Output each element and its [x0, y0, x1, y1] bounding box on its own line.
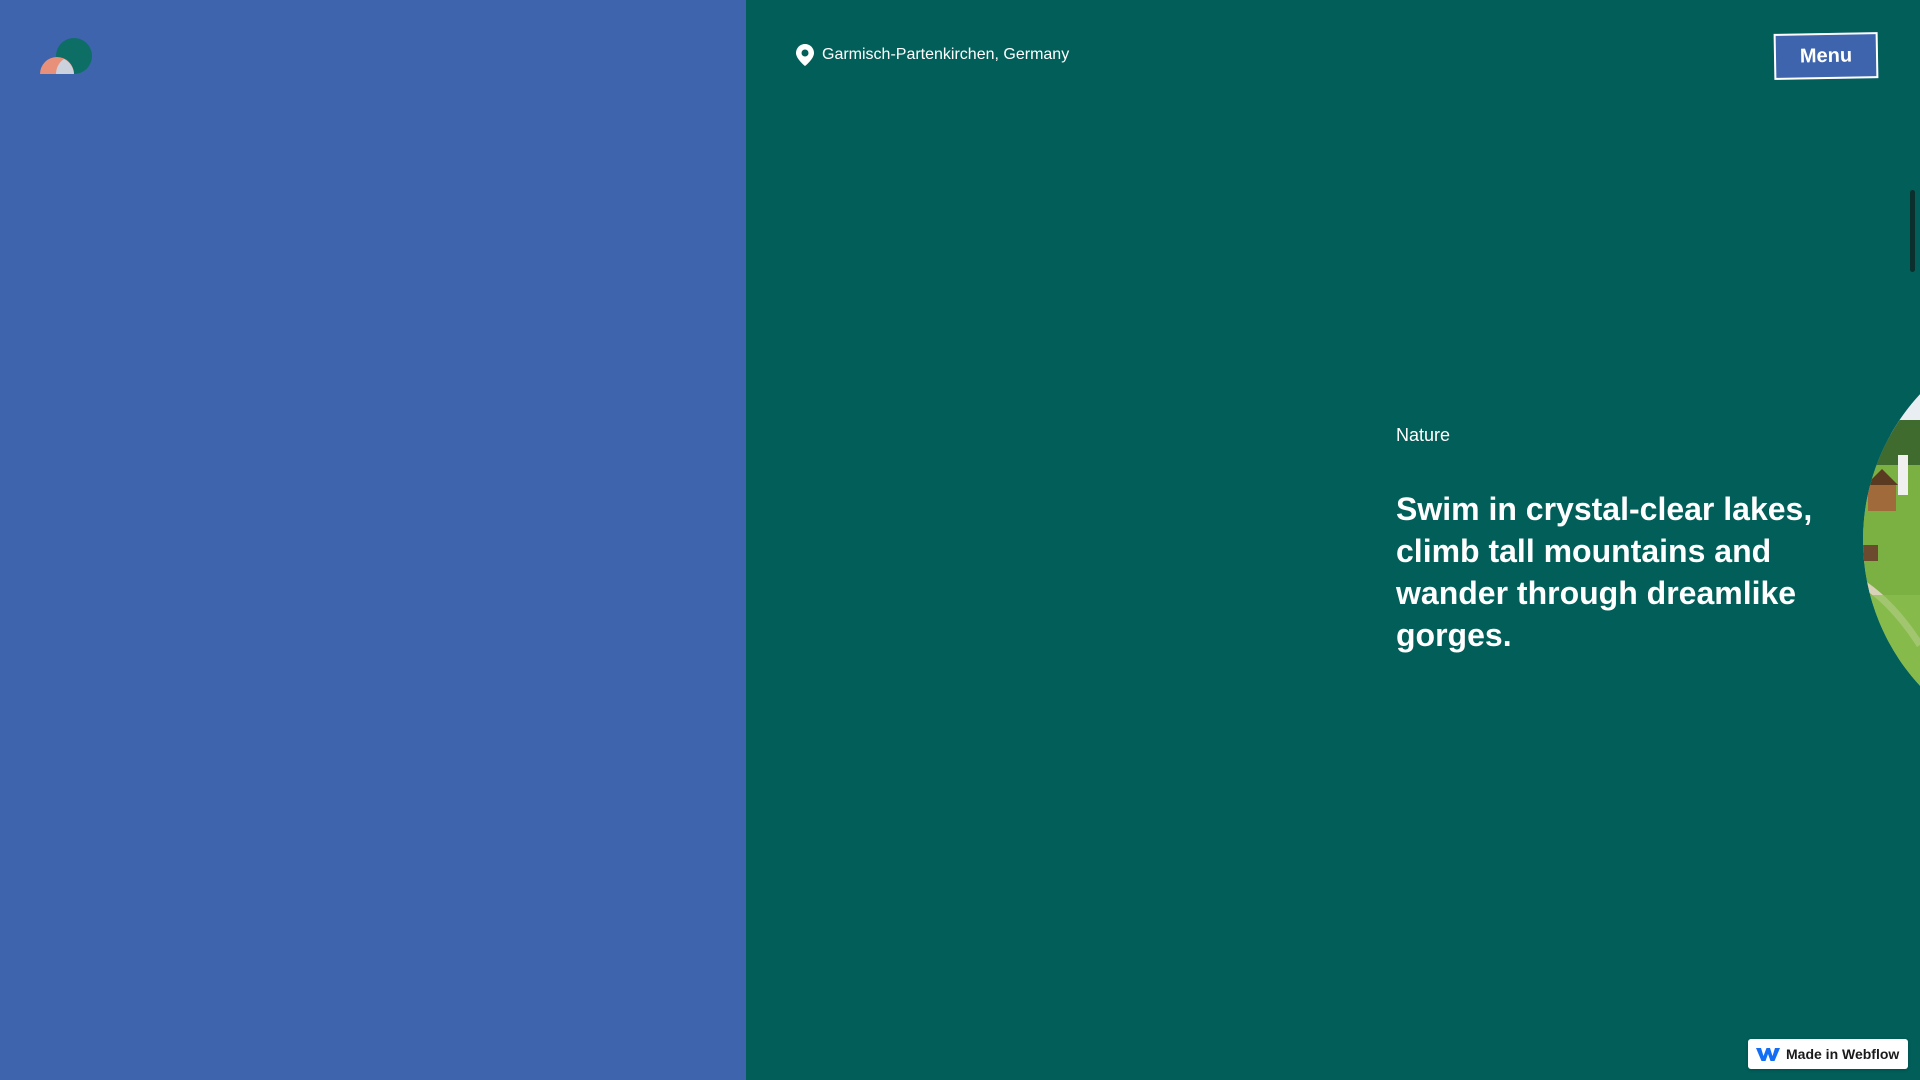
webflow-icon: [1756, 1046, 1780, 1062]
logo-icon[interactable]: [38, 38, 94, 78]
left-color-panel: [0, 0, 746, 1080]
page: Garmisch-Partenkirchen, Germany Menu Nat…: [0, 0, 1920, 1080]
headline: Swim in crystal-clear lakes, climb tall …: [1396, 491, 1813, 653]
location-text: Garmisch-Partenkirchen, Germany: [822, 46, 1070, 63]
made-in-webflow-badge[interactable]: Made in Webflow: [1748, 1039, 1908, 1069]
map-pin-icon: [796, 44, 814, 66]
scrollbar[interactable]: [1910, 190, 1915, 272]
category-label: Nature: [1396, 425, 1451, 445]
webflow-badge-label: Made in Webflow: [1786, 1046, 1900, 1062]
location-label: Garmisch-Partenkirchen, Germany: [796, 44, 1069, 66]
menu-button[interactable]: Menu: [1773, 32, 1879, 80]
landscape-photo: [1838, 345, 1920, 735]
